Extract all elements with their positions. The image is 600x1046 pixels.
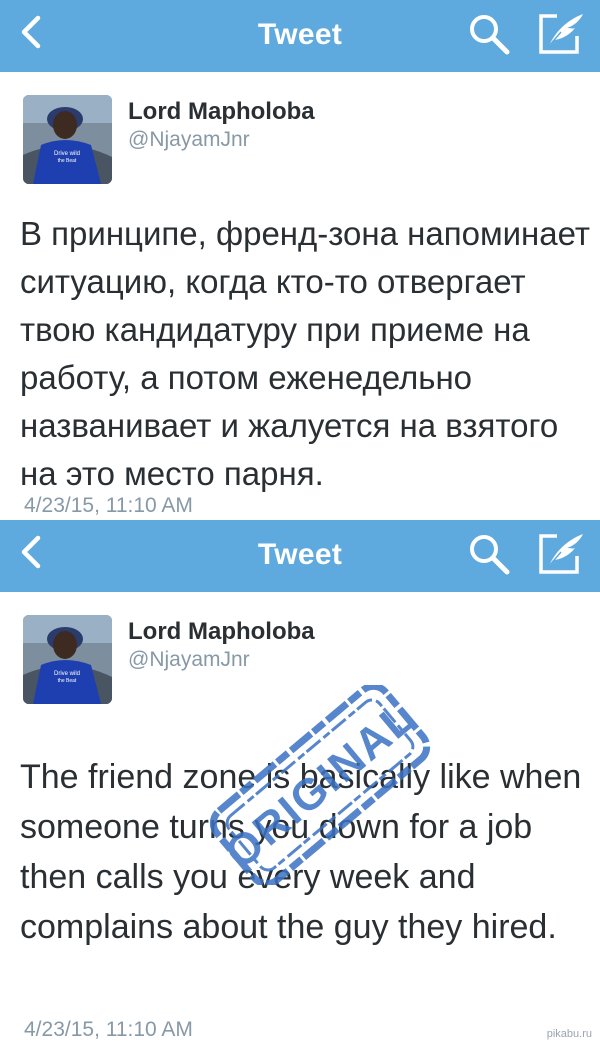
tweet-text: В принципе, френд-зона напоминает ситуац… [20,215,591,492]
tweet-timestamp: 4/23/15, 11:10 AM [24,494,193,517]
nav-bar: Tweet [0,0,600,72]
watermark: pikabu.ru [546,1028,592,1040]
avatar-photo: Drive wild the Beat [23,95,112,184]
search-icon[interactable] [467,532,511,576]
author-handle[interactable]: @NjayamJnr [128,128,250,152]
tweet-timestamp: 4/23/15, 11:10 AM [24,1018,193,1041]
svg-text:the Beat: the Beat [58,678,77,684]
tweet-text: The friend zone is basically like when s… [20,758,582,946]
avatar[interactable]: Drive wild the Beat [23,95,112,184]
author-handle[interactable]: @NjayamJnr [128,648,250,672]
author-name[interactable]: Lord Mapholoba [128,98,315,126]
compose-quill-icon[interactable] [537,530,585,576]
search-icon[interactable] [467,12,511,56]
tweet-screen-russian: Tweet Drive wild the Beat Lord Mapholoba… [0,0,600,520]
tweet-screen-english: Tweet Drive wild the Beat Lord Mapholoba… [0,520,600,1046]
svg-text:Drive wild: Drive wild [54,671,80,677]
svg-text:Drive wild: Drive wild [54,151,80,157]
avatar[interactable]: Drive wild the Beat [23,615,112,704]
nav-bar: Tweet [0,520,600,592]
avatar-photo: Drive wild the Beat [23,615,112,704]
author-name[interactable]: Lord Mapholoba [128,618,315,646]
compose-quill-icon[interactable] [537,10,585,56]
svg-text:the Beat: the Beat [58,158,77,164]
